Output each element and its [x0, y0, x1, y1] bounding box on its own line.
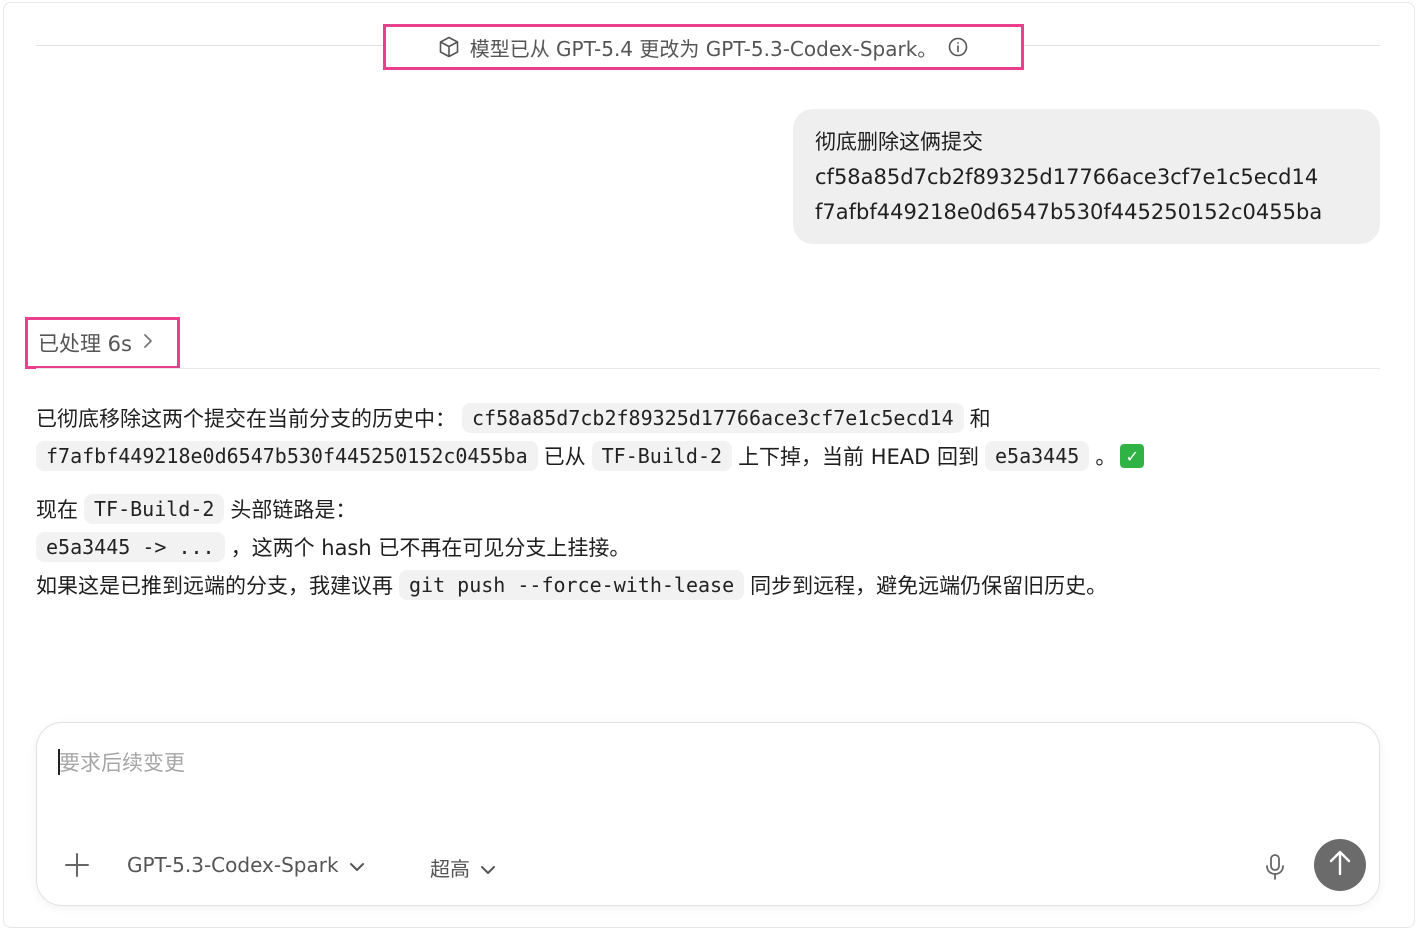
- send-button[interactable]: [1314, 839, 1366, 891]
- composer[interactable]: 要求后续变更 GPT-5.3-Codex-Spark 超高: [36, 722, 1380, 906]
- section-divider: [36, 368, 1380, 369]
- user-message-line: cf58a85d7cb2f89325d17766ace3cf7e1c5ecd14: [815, 165, 1319, 189]
- reply-text: 头部链路是：: [230, 498, 357, 522]
- reply-text: 已从: [543, 445, 586, 469]
- composer-input[interactable]: 要求后续变更: [59, 747, 185, 777]
- command-code: git push --force-with-lease: [399, 570, 745, 600]
- chevron-right-icon: [142, 331, 154, 355]
- reply-line: e5a3445 -> ... ，这两个 hash 已不再在可见分支上挂接。: [36, 528, 1380, 566]
- model-selector-label: GPT-5.3-Codex-Spark: [127, 853, 339, 877]
- reply-text: 和: [969, 407, 991, 431]
- reply-text: 同步到远程，避免远端仍保留旧历史。: [750, 574, 1108, 598]
- model-selector[interactable]: GPT-5.3-Codex-Spark: [127, 853, 365, 877]
- head-hash-code: e5a3445: [985, 441, 1090, 471]
- arrow-up-icon: [1328, 849, 1352, 881]
- check-mark-icon: ✓: [1120, 444, 1145, 468]
- effort-selector-label: 超高: [430, 857, 470, 881]
- reply-text: 现在: [36, 498, 78, 522]
- reply-line: 现在 TF-Build-2 头部链路是：: [36, 490, 1380, 528]
- reply-line: f7afbf449218e0d6547b530f445250152c0455ba…: [36, 437, 1380, 475]
- chevron-down-icon: [349, 853, 365, 877]
- info-icon[interactable]: [945, 34, 971, 60]
- processed-label: 已处理 6s: [38, 332, 132, 356]
- cube-icon: [436, 34, 462, 60]
- processed-toggle[interactable]: 已处理 6s: [25, 317, 180, 369]
- reply-text: 。: [1095, 445, 1117, 469]
- user-message-line: f7afbf449218e0d6547b530f445250152c0455ba: [815, 200, 1323, 224]
- divider-left: [36, 45, 386, 46]
- plus-icon[interactable]: [61, 849, 93, 881]
- branch-code: TF-Build-2: [84, 494, 225, 524]
- branch-code: TF-Build-2: [591, 441, 733, 471]
- reply-line: 已彻底移除这两个提交在当前分支的历史中： cf58a85d7cb2f89325d…: [36, 399, 1380, 437]
- model-change-notice: 模型已从 GPT-5.4 更改为 GPT-5.3-Codex-Spark。: [383, 24, 1024, 70]
- commit-hash-code: f7afbf449218e0d6547b530f445250152c0455ba: [36, 441, 538, 471]
- effort-selector[interactable]: 超高: [430, 853, 496, 882]
- reply-text: ，这两个 hash 已不再在可见分支上挂接。: [230, 536, 631, 560]
- reply-text: 如果这是已推到远端的分支，我建议再: [36, 574, 393, 598]
- model-change-text: 模型已从 GPT-5.4 更改为 GPT-5.3-Codex-Spark。: [469, 36, 938, 61]
- head-chain-code: e5a3445 -> ...: [36, 532, 225, 562]
- divider-right: [1022, 45, 1380, 46]
- user-message-line: 彻底删除这俩提交: [815, 130, 983, 154]
- microphone-icon[interactable]: [1259, 851, 1291, 883]
- chevron-down-icon: [480, 856, 496, 880]
- reply-text: 上下掉，当前 HEAD 回到: [738, 445, 980, 469]
- commit-hash-code: cf58a85d7cb2f89325d17766ace3cf7e1c5ecd14: [462, 403, 964, 433]
- reply-text: 已彻底移除这两个提交在当前分支的历史中：: [36, 407, 456, 431]
- reply-line: 如果这是已推到远端的分支，我建议再 git push --force-with-…: [36, 566, 1380, 604]
- assistant-reply: 已彻底移除这两个提交在当前分支的历史中： cf58a85d7cb2f89325d…: [36, 399, 1380, 604]
- user-message-bubble: 彻底删除这俩提交 cf58a85d7cb2f89325d17766ace3cf7…: [793, 109, 1380, 244]
- composer-toolbar: GPT-5.3-Codex-Spark 超高: [37, 833, 1379, 897]
